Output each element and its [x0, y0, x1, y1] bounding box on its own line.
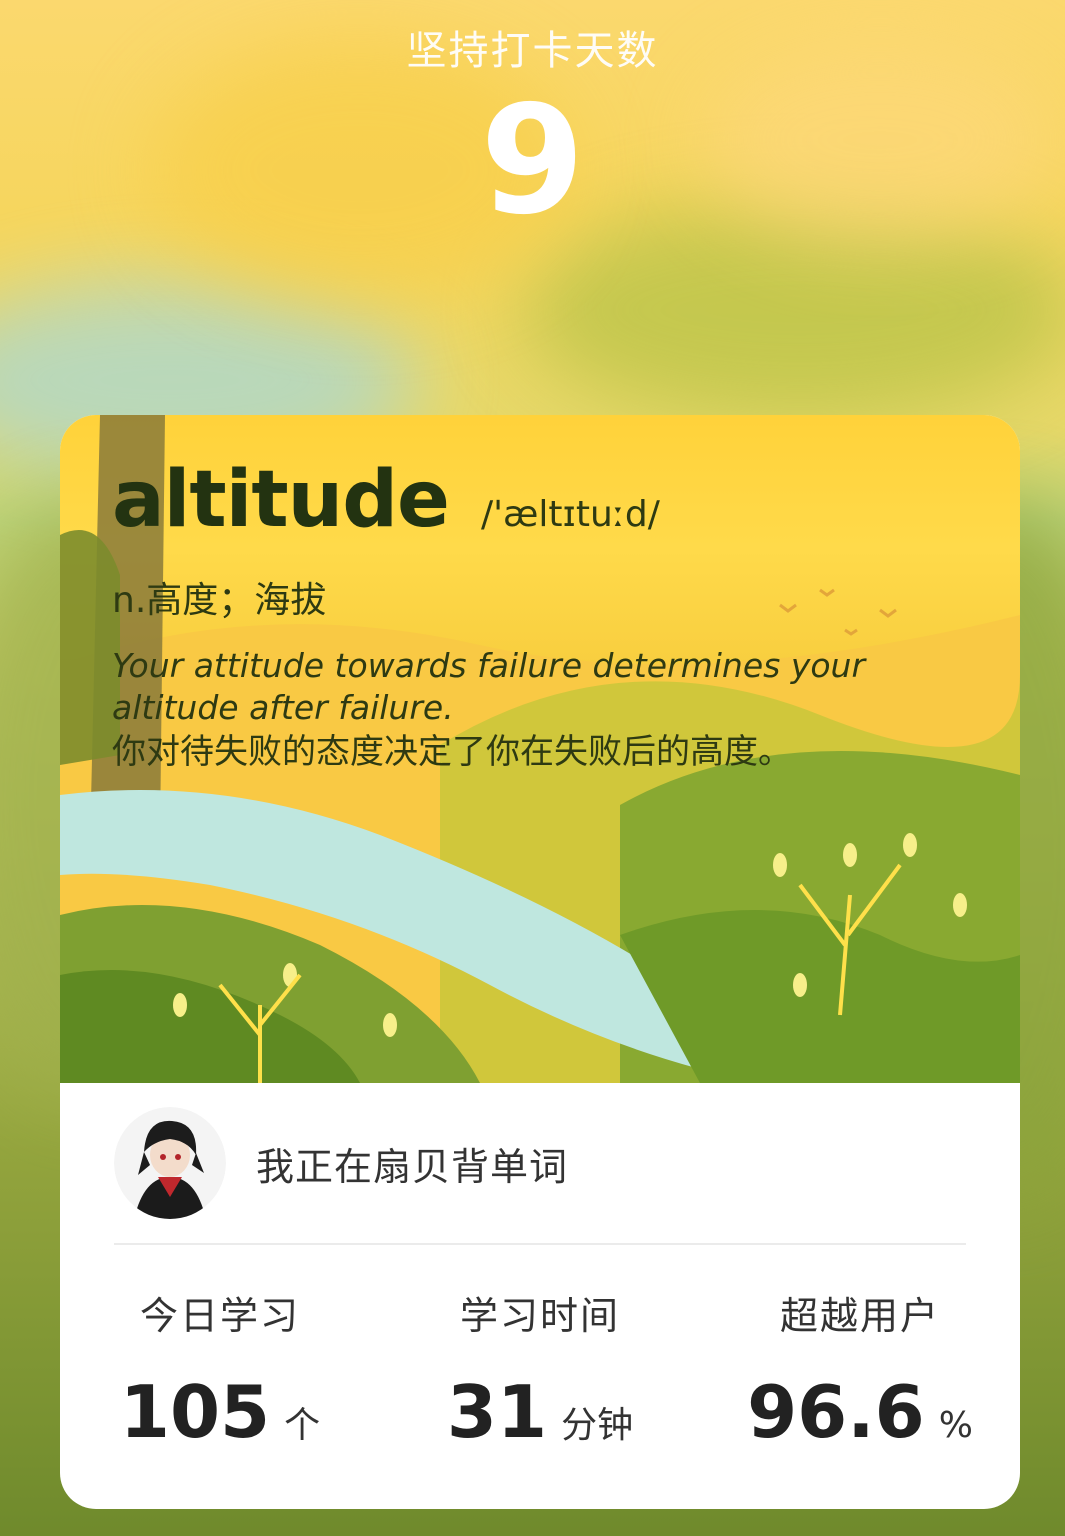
checkin-title: 坚持打卡天数	[406, 28, 659, 74]
share-card: altitude /'æltɪtuːd/ n.高度；海拔 Your attitu…	[60, 415, 1020, 1509]
stat-unit: 个	[284, 1405, 321, 1446]
stat-value: 31	[446, 1370, 548, 1454]
stats-row: 今日学习 105 个 学习时间 31 分钟 超越用户 96.6%	[60, 1285, 1020, 1454]
example-sentence-en: Your attitude towards failure determines…	[112, 646, 866, 727]
example-sentence-zh: 你对待失败的态度决定了你在失败后的高度。	[112, 732, 792, 772]
stat-label: 超越用户	[779, 1294, 940, 1338]
checkin-header: 坚持打卡天数 9	[0, 0, 1065, 236]
stat-label: 今日学习	[139, 1294, 300, 1338]
user-status-text: 我正在扇贝背单词	[256, 1144, 569, 1189]
word-illustration: altitude /'æltɪtuːd/ n.高度；海拔 Your attitu…	[60, 415, 1020, 1083]
user-info-row: 我正在扇贝背单词	[114, 1107, 568, 1219]
user-avatar-anime-icon	[114, 1107, 226, 1219]
checkin-days-count: 9	[480, 74, 585, 248]
stat-beat-users: 超越用户 96.6%	[700, 1285, 1020, 1454]
stat-unit: %	[938, 1405, 973, 1446]
stat-unit: 分钟	[561, 1405, 634, 1446]
stat-value: 96.6	[747, 1370, 925, 1454]
stat-value: 105	[119, 1370, 271, 1454]
word-meaning: n.高度；海拔	[112, 580, 327, 621]
word-info: altitude /'æltɪtuːd/ n.高度；海拔 Your attitu…	[112, 455, 980, 775]
divider	[114, 1243, 966, 1245]
word-title: altitude	[112, 455, 450, 545]
word-phonetic: /'æltɪtuːd/	[480, 494, 660, 535]
stat-study-time: 学习时间 31 分钟	[380, 1285, 700, 1454]
stat-today-words: 今日学习 105 个	[60, 1285, 380, 1454]
stat-label: 学习时间	[459, 1294, 620, 1338]
